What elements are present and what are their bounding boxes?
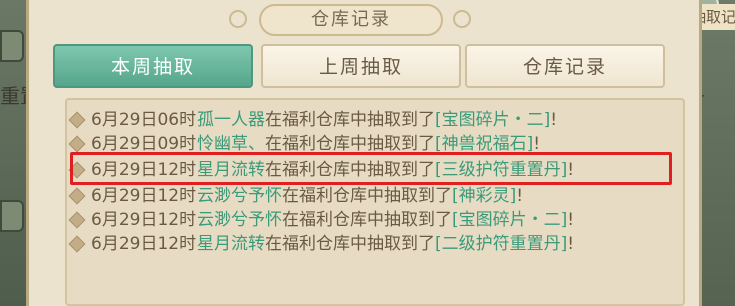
- record-list[interactable]: 6月29日06时 孤一人器在福利仓库中抽取到了[宝图碎片・二]! 6月29日09…: [65, 98, 685, 306]
- record-time: 6月29日06时: [91, 110, 197, 130]
- record-time: 6月29日12时: [91, 234, 197, 254]
- item-name[interactable]: [神彩灵]: [452, 186, 516, 206]
- record-end: !: [516, 186, 524, 206]
- record-message: 云渺兮予怀在福利仓库中抽取到了[宝图碎片・二]!: [197, 208, 574, 232]
- list-item: 6月29日12时 星月流转在福利仓库中抽取到了[二级护符重置丹]!: [67, 232, 683, 256]
- record-time: 6月29日12时: [91, 210, 197, 230]
- diamond-bullet-icon: [68, 235, 86, 253]
- list-item: 6月29日12时 云渺兮予怀在福利仓库中抽取到了[神彩灵]!: [67, 184, 683, 208]
- record-text: 在福利仓库中抽取到了: [282, 186, 452, 206]
- tab-this-week[interactable]: 本周抽取: [53, 44, 253, 88]
- record-time: 6月29日12时: [91, 186, 197, 206]
- dialog-title: 仓库记录: [259, 4, 443, 36]
- list-item: 6月29日06时 孤一人器在福利仓库中抽取到了[宝图碎片・二]!: [67, 108, 683, 132]
- title-right-ornament-icon: [453, 10, 471, 28]
- record-message: 星月流转在福利仓库中抽取到了[二级护符重置丹]!: [197, 232, 574, 256]
- player-name[interactable]: 云渺兮予怀: [197, 210, 282, 230]
- left-side-button[interactable]: [0, 30, 24, 62]
- diamond-bullet-icon: [68, 187, 86, 205]
- highlight-box: [70, 152, 672, 185]
- item-name[interactable]: [宝图碎片・二]: [452, 210, 567, 230]
- tab-last-week[interactable]: 上周抽取: [261, 44, 461, 88]
- item-name[interactable]: [神兽祝福石]: [435, 134, 533, 154]
- tab-bar: 本周抽取 上周抽取 仓库记录: [53, 44, 685, 90]
- record-message: 云渺兮予怀在福利仓库中抽取到了[神彩灵]!: [197, 184, 523, 208]
- record-text: 在福利仓库中抽取到了: [265, 110, 435, 130]
- diamond-bullet-icon: [68, 211, 86, 229]
- player-name[interactable]: 怜幽草、: [197, 134, 265, 154]
- record-end: !: [567, 210, 575, 230]
- list-item: 6月29日12时 云渺兮予怀在福利仓库中抽取到了[宝图碎片・二]!: [67, 208, 683, 232]
- item-name[interactable]: [二级护符重置丹]: [435, 234, 567, 254]
- player-name[interactable]: 孤一人器: [197, 110, 265, 130]
- record-end: !: [550, 110, 558, 130]
- record-text: 在福利仓库中抽取到了: [265, 134, 435, 154]
- record-message: 孤一人器在福利仓库中抽取到了[宝图碎片・二]!: [197, 108, 557, 132]
- diamond-bullet-icon: [68, 111, 86, 129]
- record-end: !: [533, 134, 541, 154]
- title-left-ornament-icon: [229, 10, 247, 28]
- left-side-button[interactable]: [0, 200, 24, 232]
- record-text: 在福利仓库中抽取到了: [282, 210, 452, 230]
- player-name[interactable]: 云渺兮予怀: [197, 186, 282, 206]
- record-text: 在福利仓库中抽取到了: [265, 234, 435, 254]
- player-name[interactable]: 星月流转: [197, 234, 265, 254]
- item-name[interactable]: [宝图碎片・二]: [435, 110, 550, 130]
- record-end: !: [567, 234, 575, 254]
- diamond-bullet-icon: [68, 135, 86, 153]
- tab-warehouse-record[interactable]: 仓库记录: [465, 44, 665, 88]
